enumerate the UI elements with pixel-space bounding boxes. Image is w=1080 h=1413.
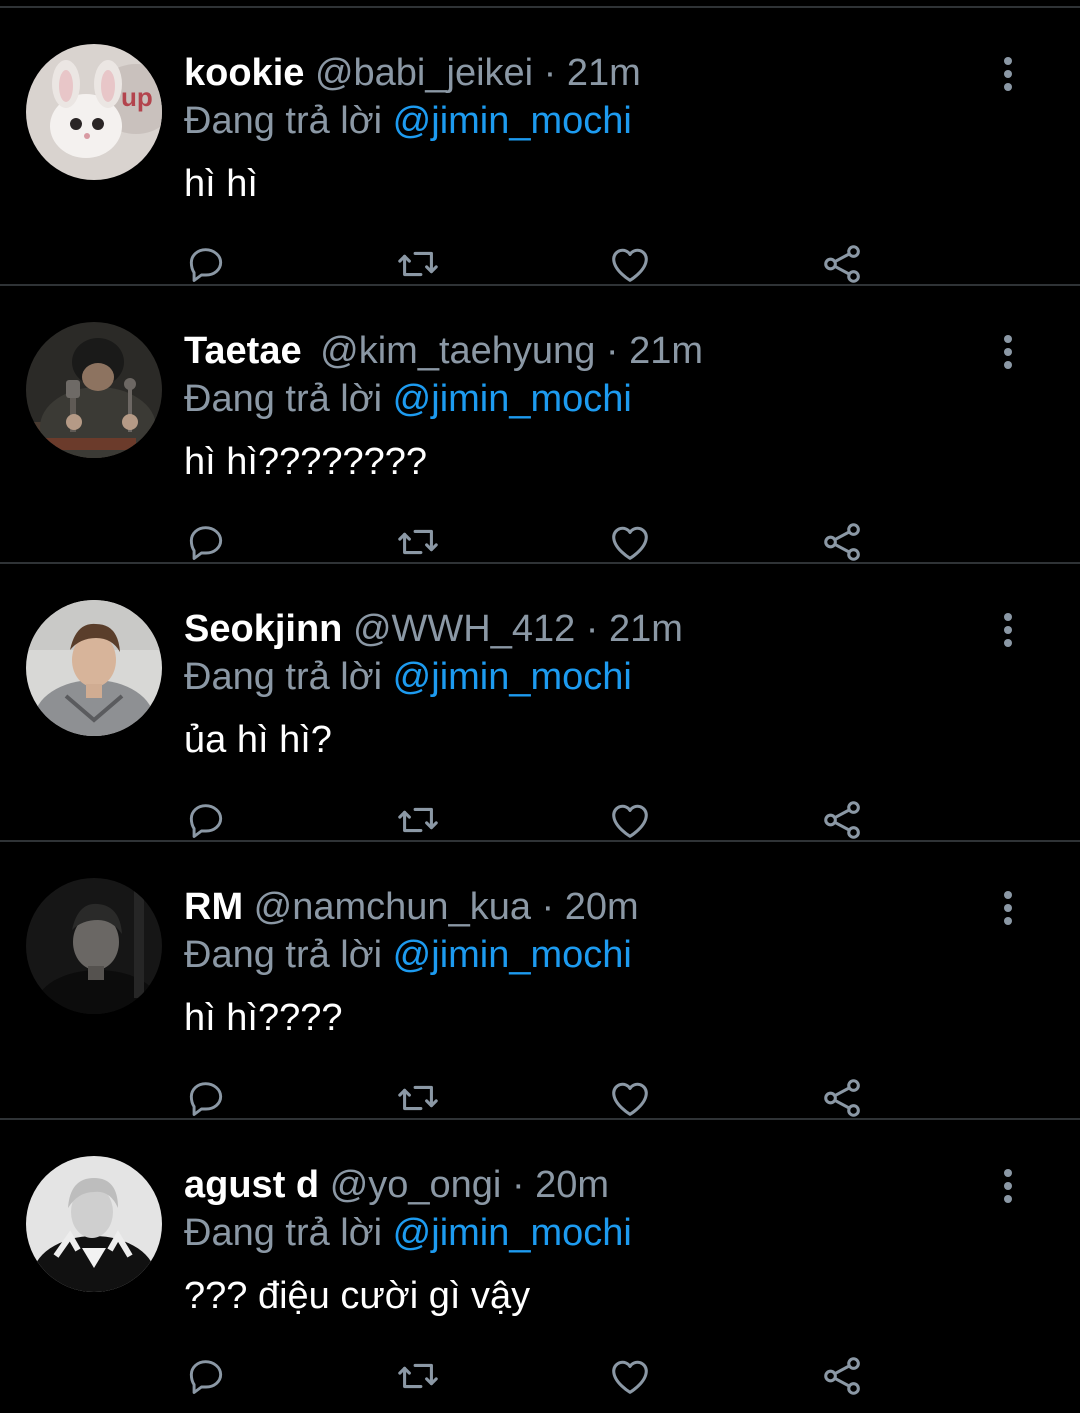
tweet-text: ??? điệu cười gì vậy [184,1275,531,1317]
share-icon [824,1357,860,1395]
share-button[interactable] [813,1346,873,1406]
heart-icon [612,1082,648,1116]
retweet-icon [398,807,438,833]
like-button[interactable] [600,1346,660,1406]
tweet-header: Taetae @kim_taehyung · 21m [184,326,703,376]
mention-link[interactable]: @jimin_mochi [393,934,632,976]
more-vertical-icon [1004,891,1012,925]
more-options-button[interactable] [988,328,1028,376]
tweet-header: kookie @babi_jeikei · 21m [184,48,641,98]
user-handle[interactable]: @namchun_kua [254,886,531,928]
share-icon [824,245,860,283]
tweet-text: hì hì???? [184,997,343,1039]
separator-dot: · [511,1164,525,1206]
timestamp[interactable]: 21m [567,52,641,94]
tweet[interactable]: agust d @yo_ongi · 20m Đang trả lời @jim… [0,1120,1080,1398]
reply-feed: up kookie @babi_jeikei · 21m Đang trả lờ… [0,0,1080,1413]
tweet[interactable]: Taetae @kim_taehyung · 21m Đang trả lời … [0,286,1080,564]
tweet[interactable]: up kookie @babi_jeikei · 21m Đang trả lờ… [0,8,1080,286]
more-vertical-icon [1004,335,1012,369]
share-icon [824,1079,860,1117]
tweet-text: hì hì???????? [184,441,428,483]
separator-dot: · [543,52,557,94]
more-vertical-icon [1004,613,1012,647]
more-options-button[interactable] [988,50,1028,98]
replying-to-label: Đang trả lời [184,378,383,420]
avatar[interactable] [26,322,162,458]
heart-icon [612,804,648,838]
speech-bubble-icon [189,804,223,838]
speech-bubble-icon [189,1360,223,1394]
speech-bubble-icon [189,248,223,282]
more-options-button[interactable] [988,1162,1028,1210]
retweet-icon [398,1085,438,1111]
timestamp[interactable]: 20m [535,1164,609,1206]
replying-to-label: Đang trả lời [184,934,383,976]
speech-bubble-icon [189,526,223,560]
replying-to: Đang trả lời @jimin_mochi [184,374,632,424]
replying-to: Đang trả lời @jimin_mochi [184,1208,632,1258]
avatar[interactable] [26,1156,162,1292]
display-name[interactable]: agust d [184,1164,319,1206]
mention-link[interactable]: @jimin_mochi [393,1212,632,1254]
mention-link[interactable]: @jimin_mochi [393,656,632,698]
retweet-icon [398,251,438,277]
separator-dot: · [541,886,555,928]
replying-to-label: Đang trả lời [184,1212,383,1254]
display-name[interactable]: Taetae [184,330,302,372]
timestamp[interactable]: 21m [629,330,703,372]
timestamp[interactable]: 21m [609,608,683,650]
heart-icon [612,526,648,560]
svg-text:up: up [121,82,153,112]
avatar[interactable]: up [26,44,162,180]
more-vertical-icon [1004,57,1012,91]
mention-link[interactable]: @jimin_mochi [393,378,632,420]
user-handle[interactable]: @babi_jeikei [315,52,533,94]
timestamp[interactable]: 20m [565,886,639,928]
heart-icon [612,248,648,282]
reply-button[interactable] [176,1346,236,1406]
tweet[interactable]: RM @namchun_kua · 20m Đang trả lời @jimi… [0,842,1080,1120]
heart-icon [612,1360,648,1394]
tweet-text: hì hì [184,163,258,205]
replying-to: Đang trả lời @jimin_mochi [184,930,632,980]
share-icon [824,523,860,561]
avatar[interactable] [26,878,162,1014]
replying-to: Đang trả lời @jimin_mochi [184,652,632,702]
tweet-header: agust d @yo_ongi · 20m [184,1160,609,1210]
tweet[interactable]: Seokjinn @WWH_412 · 21m Đang trả lời @ji… [0,564,1080,842]
more-options-button[interactable] [988,606,1028,654]
avatar[interactable] [26,600,162,736]
replying-to-label: Đang trả lời [184,100,383,142]
tweet-text: ủa hì hì? [184,719,332,761]
tweet-header: Seokjinn @WWH_412 · 21m [184,604,683,654]
share-icon [824,801,860,839]
replying-to-label: Đang trả lời [184,656,383,698]
retweet-icon [398,529,438,555]
more-vertical-icon [1004,1169,1012,1203]
mention-link[interactable]: @jimin_mochi [393,100,632,142]
retweet-button[interactable] [388,1346,448,1406]
display-name[interactable]: Seokjinn [184,608,342,650]
separator-dot: · [585,608,599,650]
display-name[interactable]: kookie [184,52,304,94]
speech-bubble-icon [189,1082,223,1116]
replying-to: Đang trả lời @jimin_mochi [184,96,632,146]
tweet-header: RM @namchun_kua · 20m [184,882,639,932]
display-name[interactable]: RM [184,886,243,928]
user-handle[interactable]: @WWH_412 [353,608,575,650]
retweet-icon [398,1363,438,1389]
more-options-button[interactable] [988,884,1028,932]
user-handle[interactable]: @yo_ongi [330,1164,502,1206]
user-handle[interactable]: @kim_taehyung [320,330,595,372]
separator-dot: · [605,330,619,372]
